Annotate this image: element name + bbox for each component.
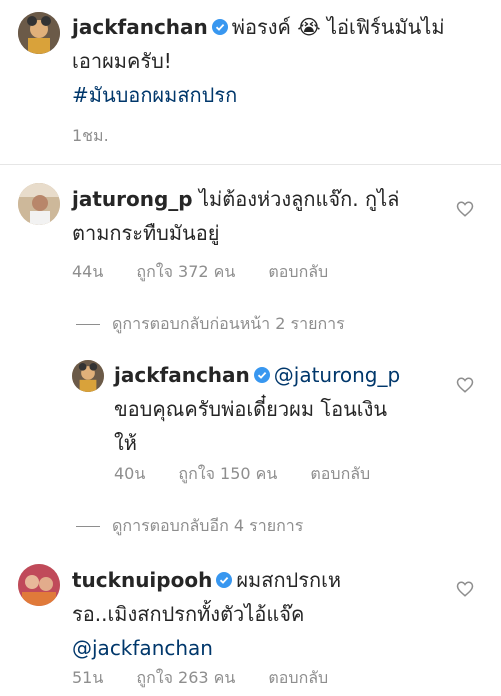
post-caption: jackfanchan พ่อรงค์ 😭 ไอ่เฟิร์นมันไม่ เอา… — [72, 10, 492, 112]
view-previous-replies[interactable]: ดูการตอบกลับก่อนหน้า 2 รายการ — [76, 312, 345, 337]
comment-time: 51น — [72, 668, 104, 687]
comment-meta: 40น ถูกใจ 150 คน ตอบกลับ — [114, 462, 398, 487]
reply-button[interactable]: ตอบกลับ — [310, 464, 370, 483]
comment-likes[interactable]: ถูกใจ 372 คน — [136, 262, 235, 281]
avatar-image — [72, 360, 104, 392]
comment-time: 40น — [114, 464, 146, 483]
verified-badge-icon — [253, 367, 270, 383]
post-hashtag[interactable]: #มันบอกผมสกปรก — [72, 78, 492, 112]
comment-text-line2: รอ..เมิงสกปรกทั้งตัวไอ้แจ๊ค — [72, 602, 305, 626]
divider — [76, 526, 100, 527]
comment-username[interactable]: jackfanchan — [114, 363, 250, 387]
avatar[interactable] — [72, 360, 104, 392]
heart-icon[interactable] — [456, 580, 474, 598]
avatar[interactable] — [18, 12, 60, 54]
reply-button[interactable]: ตอบกลับ — [268, 262, 328, 281]
verified-badge-icon — [216, 572, 233, 588]
comment-meta: 44น ถูกใจ 372 คน ตอบกลับ — [72, 260, 356, 285]
comment-text: tucknuipooh ผมสกปรกเห รอ..เมิงสกปรกทั้งตั… — [72, 563, 452, 665]
reply-button[interactable]: ตอบกลับ — [268, 668, 328, 687]
comment-text-line1: ผมสกปรกเห — [236, 568, 342, 592]
view-more-replies-label: ดูการตอบกลับอีก 4 รายการ — [112, 516, 304, 535]
comment-text: jaturong_p ไม่ต้องห่วงลูกแจ๊ก. กูไล่ ตาม… — [72, 182, 452, 250]
comment-text-line1: ไม่ต้องห่วงลูกแจ๊ก. กูไล่ — [198, 187, 400, 211]
view-more-replies[interactable]: ดูการตอบกลับอีก 4 รายการ — [76, 514, 303, 539]
comment-text-line2: ให้ — [114, 431, 137, 455]
post-caption-line2: เอาผมครับ! — [72, 49, 172, 73]
post-time: 1ชม. — [72, 126, 109, 145]
post-username[interactable]: jackfanchan — [72, 15, 208, 39]
comment-username[interactable]: jaturong_p — [72, 187, 193, 211]
divider — [76, 324, 100, 325]
avatar-image — [18, 183, 60, 225]
avatar-image — [18, 564, 60, 606]
heart-icon[interactable] — [456, 376, 474, 394]
post-caption-line1: พ่อรงค์ 😭 ไอ่เฟิร์นมันไม่ — [231, 15, 445, 39]
comment-meta: 51น ถูกใจ 263 คน ตอบกลับ — [72, 666, 356, 691]
comment-text-line1: ขอบคุณครับพ่อเดี๋ยวผม โอนเงิน — [114, 397, 388, 421]
comment-mention[interactable]: @jackfanchan — [72, 631, 452, 665]
divider — [0, 164, 501, 165]
avatar-image — [18, 12, 60, 54]
comment-username[interactable]: tucknuipooh — [72, 568, 212, 592]
comment-text: jackfanchan @jaturong_p ขอบคุณครับพ่อเดี๋… — [114, 358, 454, 460]
avatar[interactable] — [18, 183, 60, 225]
avatar[interactable] — [18, 564, 60, 606]
comment-text-line2: ตามกระทืบมันอยู่ — [72, 221, 220, 245]
comment-likes[interactable]: ถูกใจ 263 คน — [136, 668, 235, 687]
heart-icon[interactable] — [456, 200, 474, 218]
comment-time: 44น — [72, 262, 104, 281]
comment-mention[interactable]: @jaturong_p — [274, 363, 400, 387]
verified-badge-icon — [211, 19, 228, 35]
comment-likes[interactable]: ถูกใจ 150 คน — [178, 464, 277, 483]
view-previous-replies-label: ดูการตอบกลับก่อนหน้า 2 รายการ — [112, 314, 345, 333]
